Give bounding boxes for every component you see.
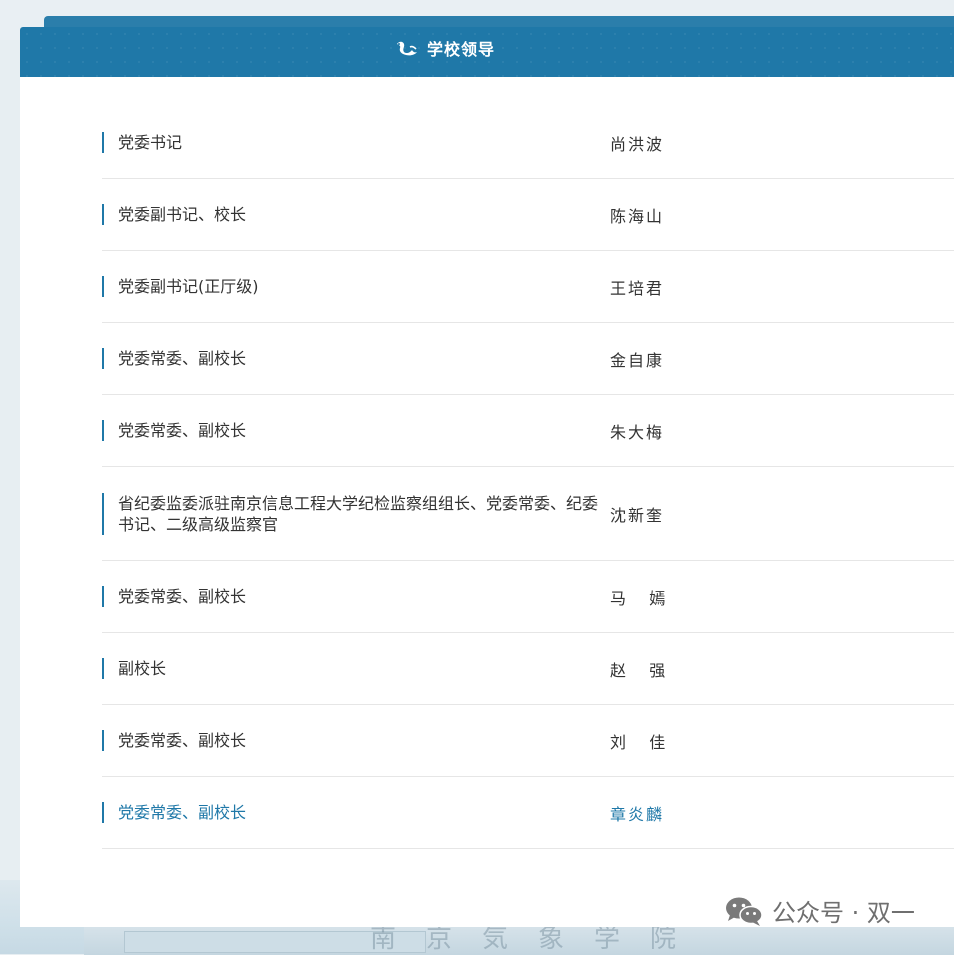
- leader-name: 王培君: [610, 278, 665, 298]
- leader-name: 沈新奎: [610, 505, 665, 525]
- leader-row[interactable]: 党委常委、副校长 刘 佳: [102, 705, 954, 777]
- wechat-icon: [724, 895, 764, 927]
- leader-row-hovered[interactable]: 党委常委、副校长 章炎麟: [102, 777, 954, 849]
- leader-row[interactable]: 党委副书记、校长 陈海山: [102, 179, 954, 251]
- crane-icon: [395, 40, 419, 56]
- leader-role: 党委副书记、校长: [102, 204, 610, 225]
- leader-name: 尚洪波: [610, 134, 665, 154]
- leader-name: 朱大梅: [610, 422, 665, 442]
- leader-role: 党委常委、副校长: [102, 420, 610, 441]
- leader-role: 省纪委监委派驻南京信息工程大学纪检监察组组长、党委常委、纪委书记、二级高级监察官: [102, 492, 610, 535]
- leader-role: 党委常委、副校长: [102, 802, 610, 823]
- leader-role: 党委副书记(正厅级): [102, 276, 610, 297]
- leader-row[interactable]: 党委书记 尚洪波: [102, 107, 954, 179]
- leader-name: 赵 强: [610, 660, 668, 680]
- leader-name: 金自康: [610, 350, 665, 370]
- leader-row[interactable]: 党委常委、副校长 朱大梅: [102, 395, 954, 467]
- leader-role: 党委常委、副校长: [102, 730, 610, 751]
- section-header: 学校领导: [20, 27, 954, 77]
- leader-role: 党委书记: [102, 132, 610, 153]
- leaders-list: 党委书记 尚洪波 党委副书记、校长 陈海山 党委副书记(正厅级) 王培君 党委常…: [102, 107, 954, 849]
- leader-role: 副校长: [102, 658, 610, 679]
- leader-name: 章炎麟: [610, 804, 665, 824]
- leader-row[interactable]: 党委常委、副校长 马 嫣: [102, 561, 954, 633]
- leader-role: 党委常委、副校长: [102, 586, 610, 607]
- leader-row[interactable]: 党委常委、副校长 金自康: [102, 323, 954, 395]
- leader-name: 刘 佳: [610, 732, 668, 752]
- leader-name: 陈海山: [610, 206, 665, 226]
- leader-role: 党委常委、副校长: [102, 348, 610, 369]
- section-title: 学校领导: [426, 40, 495, 59]
- leader-row[interactable]: 党委副书记(正厅级) 王培君: [102, 251, 954, 323]
- wechat-watermark: 公众号 · 双一: [724, 893, 915, 928]
- leader-role-text: 省纪委监委派驻南京信息工程大学纪检监察组组长、党委常委、纪委书记、二级高级监察官: [118, 493, 599, 534]
- watermark-text: 公众号 · 双一: [772, 899, 915, 927]
- leader-row[interactable]: 省纪委监委派驻南京信息工程大学纪检监察组组长、党委常委、纪委书记、二级高级监察官…: [102, 467, 954, 561]
- leader-name: 马 嫣: [610, 588, 668, 608]
- leaders-panel: 党委书记 尚洪波 党委副书记、校长 陈海山 党委副书记(正厅级) 王培君 党委常…: [20, 77, 954, 927]
- leader-row[interactable]: 副校长 赵 强: [102, 633, 954, 705]
